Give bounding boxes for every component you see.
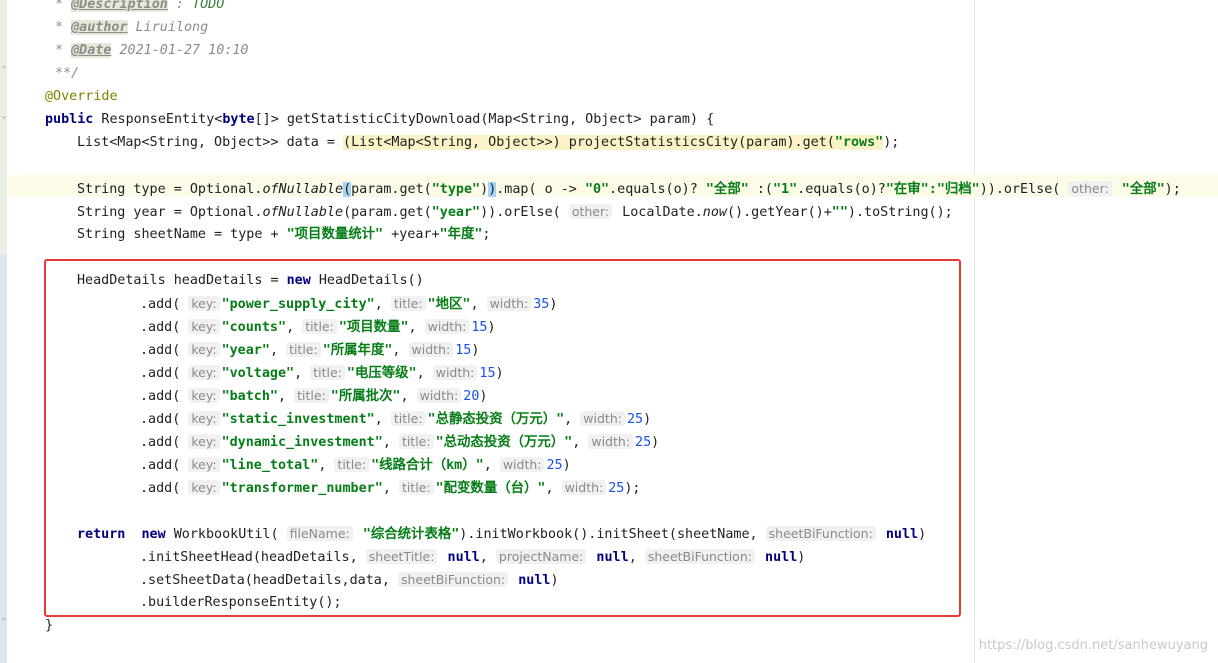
- code-line-date: * @Date 2021-01-27 10:10: [55, 43, 249, 58]
- code-line-type: String type = Optional.ofNullable(param.…: [77, 181, 1181, 197]
- code-editor[interactable]: ⌃ ⌄ ⌃ * @Description : TODO * @author Li…: [0, 0, 1218, 663]
- fold-collapse-icon[interactable]: ⌃: [1, 618, 10, 627]
- red-highlight-box: [44, 259, 961, 617]
- fold-collapse-icon[interactable]: ⌃: [1, 66, 10, 75]
- code-line-year: String year = Optional.ofNullable(param.…: [77, 204, 953, 220]
- right-margin-guide: [974, 0, 975, 663]
- code-line-override: @Override: [45, 89, 118, 104]
- param-hint: other:: [1068, 181, 1112, 196]
- param-hint: other:: [568, 204, 613, 219]
- code-line-close-brace: }: [45, 618, 54, 633]
- fold-expand-icon[interactable]: ⌄: [1, 112, 10, 121]
- watermark: https://blog.csdn.net/sanhewuyang: [978, 638, 1208, 653]
- code-line-list-data: List<Map<String, Object>> data = (List<M…: [77, 135, 900, 150]
- code-line-sheetname: String sheetName = type + "项目数量统计" +year…: [77, 227, 491, 242]
- code-line-comment-end: **/: [55, 66, 80, 81]
- gutter-change-marker-modified: [0, 255, 7, 663]
- code-line-description: * @Description : TODO: [55, 0, 224, 16]
- code-line-author: * @author Liruilong: [55, 20, 209, 35]
- code-line-method-signature: public ResponseEntity<byte[]> getStatist…: [45, 112, 715, 127]
